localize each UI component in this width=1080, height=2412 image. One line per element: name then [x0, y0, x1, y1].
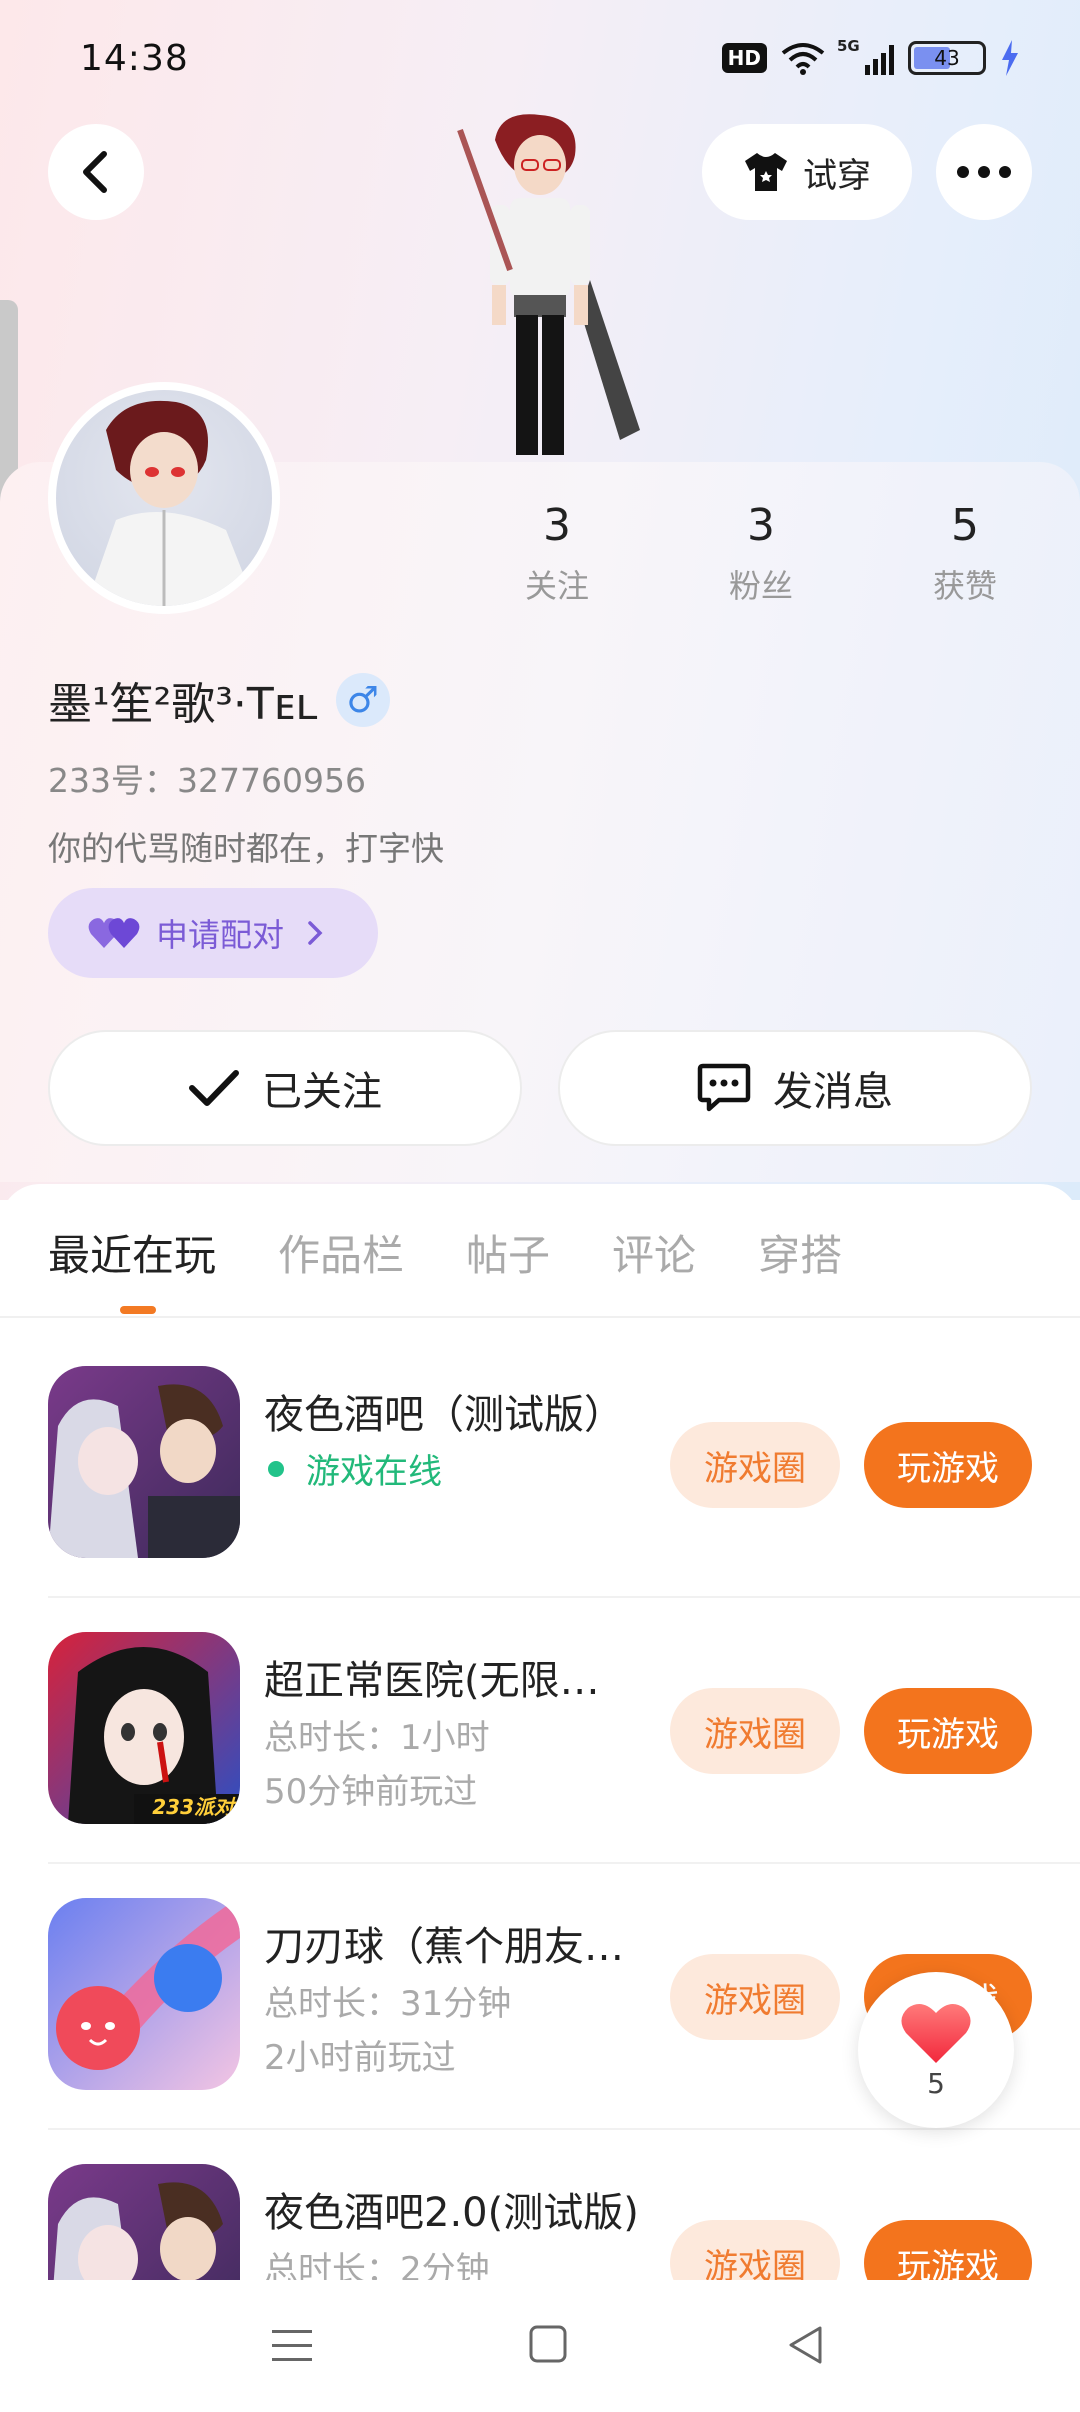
send-message-label: 发消息 — [773, 1069, 893, 1115]
tab-recently-played[interactable]: 最近在玩 — [48, 1222, 216, 1283]
game-icon — [48, 1898, 240, 2090]
profile-stats: 3 关注 3 粉丝 5 获赞 — [455, 500, 1067, 607]
charging-icon — [1002, 40, 1018, 76]
stat-label: 粉丝 — [728, 567, 793, 605]
request-pair-button[interactable]: 申请配对 — [48, 888, 378, 978]
heart-icon — [901, 2003, 971, 2063]
status-bar: 14:38 HD 5G 43 — [0, 0, 1080, 120]
play-game-button[interactable]: 玩游戏 — [864, 1422, 1032, 1508]
like-button[interactable]: 5 — [858, 1972, 1014, 2128]
game-title: 超正常医院(无限… — [264, 1658, 600, 1704]
status-time: 14:38 — [80, 38, 189, 79]
stat-followers[interactable]: 3 粉丝 — [659, 500, 863, 607]
system-nav-bar — [0, 2280, 1080, 2412]
tshirt-icon — [745, 153, 787, 191]
heart-pair-icon — [88, 918, 140, 948]
stat-label: 获赞 — [932, 567, 997, 605]
home-icon[interactable] — [528, 2324, 568, 2364]
network-type: 5G — [837, 37, 860, 55]
game-icon: 233派对 — [48, 1632, 240, 1824]
more-button[interactable] — [936, 124, 1032, 220]
request-pair-label: 申请配对 — [156, 916, 285, 954]
online-label: 游戏在线 — [306, 1452, 442, 1492]
game-list-item[interactable]: 夜色酒吧（测试版） 游戏在线 游戏圈 玩游戏 — [0, 1332, 1080, 1598]
like-count: 5 — [927, 2066, 945, 2100]
menu-icon[interactable] — [270, 2326, 314, 2366]
profile-bio: 你的代骂随时都在，打字快 — [48, 829, 444, 868]
tab-works[interactable]: 作品栏 — [278, 1222, 404, 1283]
game-circle-button[interactable]: 游戏圈 — [670, 1954, 840, 2040]
tab-comments[interactable]: 评论 — [612, 1222, 696, 1283]
stat-value: 3 — [747, 500, 775, 551]
game-title: 刀刃球（蕉个朋友… — [264, 1924, 624, 1970]
profile-name: 墨¹笙²歌³·Tᴇʟ — [48, 679, 318, 730]
tab-divider — [0, 1316, 1080, 1318]
play-game-button[interactable]: 玩游戏 — [864, 1688, 1032, 1774]
chevron-right-icon — [308, 921, 323, 945]
followed-button[interactable]: 已关注 — [48, 1030, 522, 1146]
male-gender-icon: ♂ — [335, 673, 390, 727]
game-title: 夜色酒吧2.0(测试版) — [264, 2190, 639, 2236]
game-badge: 233派对 — [152, 1795, 234, 1819]
battery-level: 43 — [934, 46, 960, 70]
avatar-3d-figure[interactable] — [440, 110, 640, 460]
character-illustration — [457, 114, 640, 455]
game-title: 夜色酒吧（测试版） — [264, 1392, 624, 1438]
signal-icon: 5G — [837, 37, 894, 75]
user-id[interactable]: 233号：327760956 — [48, 754, 366, 802]
active-tab-indicator — [120, 1306, 156, 1314]
stat-following[interactable]: 3 关注 — [455, 500, 659, 607]
wifi-icon — [781, 43, 825, 75]
more-dots-icon — [957, 166, 1011, 178]
play-duration: 总时长：31分钟 — [264, 1984, 512, 2024]
avatar-image — [56, 390, 272, 606]
online-dot-icon — [268, 1460, 284, 1477]
status-icons: HD 5G 43 — [721, 37, 1020, 76]
game-circle-button[interactable]: 游戏圈 — [670, 1422, 840, 1508]
game-icon — [48, 1366, 240, 1558]
followed-label: 已关注 — [262, 1069, 382, 1115]
avatar[interactable] — [48, 382, 280, 614]
try-on-label: 试穿 — [803, 155, 871, 196]
hd-icon: HD — [721, 43, 767, 73]
stat-label: 关注 — [524, 567, 589, 605]
try-on-button[interactable]: 试穿 — [702, 124, 912, 220]
online-status: 游戏在线 — [264, 1444, 442, 1493]
game-list-item[interactable]: 233派对 超正常医院(无限… 总时长：1小时 50分钟前玩过 游戏圈 玩游戏 — [0, 1598, 1080, 1864]
tab-outfits[interactable]: 穿搭 — [758, 1222, 842, 1283]
chat-bubble-icon — [697, 1063, 751, 1112]
last-played: 50分钟前玩过 — [264, 1772, 478, 1812]
back-nav-icon[interactable] — [786, 2324, 826, 2366]
tab-posts[interactable]: 帖子 — [466, 1222, 550, 1283]
send-message-button[interactable]: 发消息 — [558, 1030, 1032, 1146]
chevron-left-icon — [83, 151, 107, 193]
profile-tabs: 最近在玩 作品栏 帖子 评论 穿搭 — [48, 1222, 904, 1283]
stat-value: 3 — [543, 500, 571, 551]
stat-value: 5 — [951, 500, 979, 551]
check-icon — [189, 1070, 239, 1106]
stat-likes[interactable]: 5 获赞 — [863, 500, 1067, 607]
play-duration: 总时长：1小时 — [264, 1718, 490, 1758]
last-played: 2小时前玩过 — [264, 2038, 456, 2078]
battery-icon: 43 — [908, 41, 986, 75]
game-circle-button[interactable]: 游戏圈 — [670, 1688, 840, 1774]
profile-name-row: 墨¹笙²歌³·Tᴇʟ ♂ — [48, 668, 390, 732]
back-button[interactable] — [48, 124, 144, 220]
